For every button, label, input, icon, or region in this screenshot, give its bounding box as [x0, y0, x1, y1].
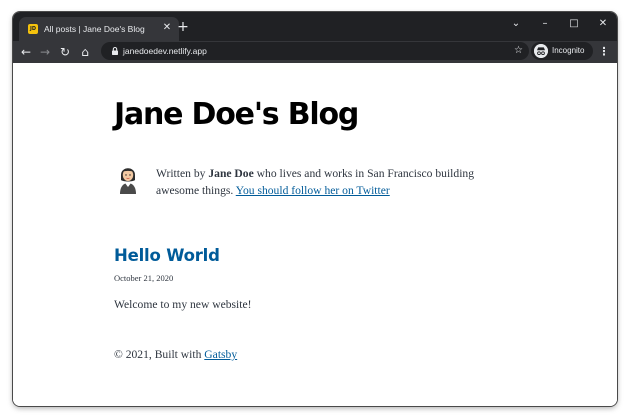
- url-text: janedoedev.netlify.app: [123, 46, 207, 56]
- page-footer: © 2021, Built with Gatsby: [114, 347, 237, 363]
- incognito-badge[interactable]: Incognito: [531, 42, 593, 60]
- post-excerpt: Welcome to my new website!: [114, 298, 252, 311]
- favicon-icon: JD: [28, 24, 38, 34]
- tab-search-icon[interactable]: ⌄: [502, 15, 530, 33]
- footer-text: © 2021, Built with: [114, 348, 205, 361]
- back-arrow-icon[interactable]: ←: [17, 43, 35, 61]
- maximize-icon[interactable]: □: [560, 15, 588, 33]
- incognito-icon: [534, 44, 548, 58]
- minimize-icon[interactable]: –: [531, 15, 559, 33]
- browser-window: JD All posts | Jane Doe's Blog ✕ + ⌄ – □…: [13, 12, 617, 406]
- close-window-icon[interactable]: ✕: [589, 15, 617, 33]
- reload-icon[interactable]: ↻: [56, 43, 74, 61]
- home-icon[interactable]: ⌂: [76, 43, 94, 61]
- address-bar[interactable]: janedoedev.netlify.app ☆: [101, 42, 529, 60]
- bio-prefix: Written by: [156, 167, 209, 180]
- browser-toolbar: ← → ↻ ⌂ janedoedev.netlify.app ☆ Incogni…: [13, 41, 617, 63]
- tab-strip: JD All posts | Jane Doe's Blog ✕ + ⌄ – □…: [13, 12, 617, 41]
- forward-arrow-icon[interactable]: →: [36, 43, 54, 61]
- post-date: October 21, 2020: [114, 273, 174, 283]
- incognito-label: Incognito: [552, 46, 585, 55]
- close-tab-icon[interactable]: ✕: [161, 22, 173, 34]
- lock-icon: [112, 47, 118, 55]
- author-avatar: [120, 168, 136, 194]
- gatsby-link[interactable]: Gatsby: [204, 348, 237, 361]
- new-tab-icon[interactable]: +: [176, 20, 190, 34]
- post-title-link[interactable]: Hello World: [114, 245, 220, 267]
- tab-all-posts[interactable]: JD All posts | Jane Doe's Blog ✕: [19, 17, 179, 41]
- tab-title: All posts | Jane Doe's Blog: [44, 24, 145, 34]
- author-bio: Written by Jane Doe who lives and works …: [156, 165, 516, 199]
- twitter-follow-link[interactable]: You should follow her on Twitter: [236, 184, 390, 197]
- author-name: Jane Doe: [208, 167, 254, 180]
- bookmark-star-icon[interactable]: ☆: [514, 44, 523, 58]
- page-content: Jane Doe's Blog Written by Jane Doe who …: [13, 63, 617, 406]
- more-menu-icon[interactable]: ⋮: [597, 43, 611, 61]
- blog-title[interactable]: Jane Doe's Blog: [114, 97, 359, 133]
